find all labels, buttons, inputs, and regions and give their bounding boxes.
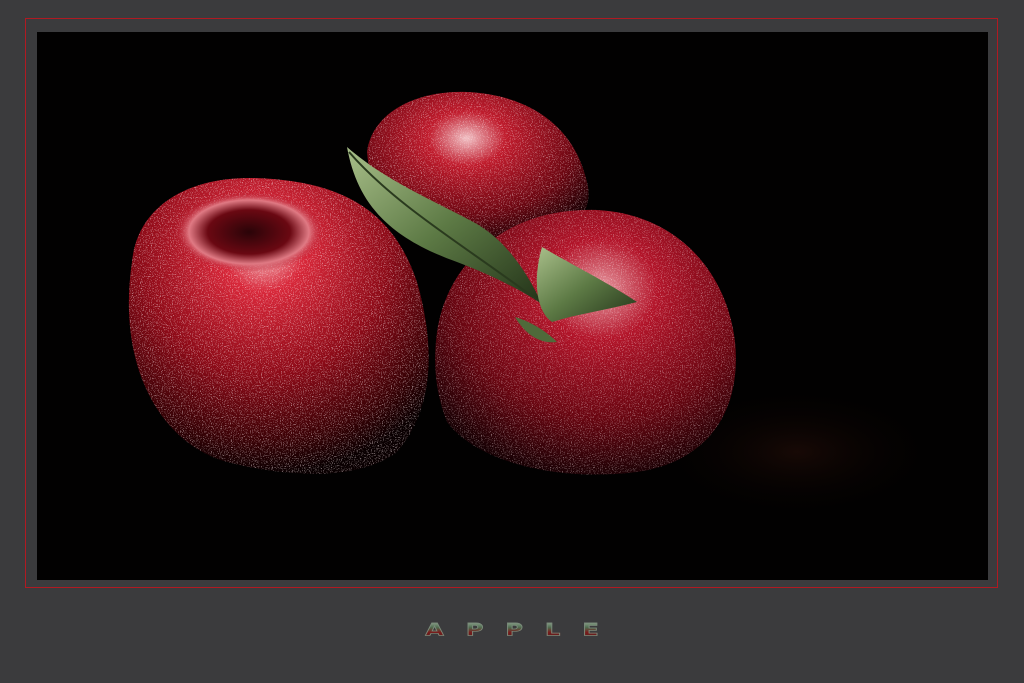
apple-photograph: [37, 32, 988, 580]
caption: APPLE: [0, 612, 1024, 648]
left-apple-calyx: [174, 192, 324, 272]
caption-title: APPLE: [403, 617, 620, 642]
poster: APPLE: [0, 0, 1024, 683]
apple-photo-svg: [128, 91, 947, 522]
left-apple: [128, 177, 429, 474]
